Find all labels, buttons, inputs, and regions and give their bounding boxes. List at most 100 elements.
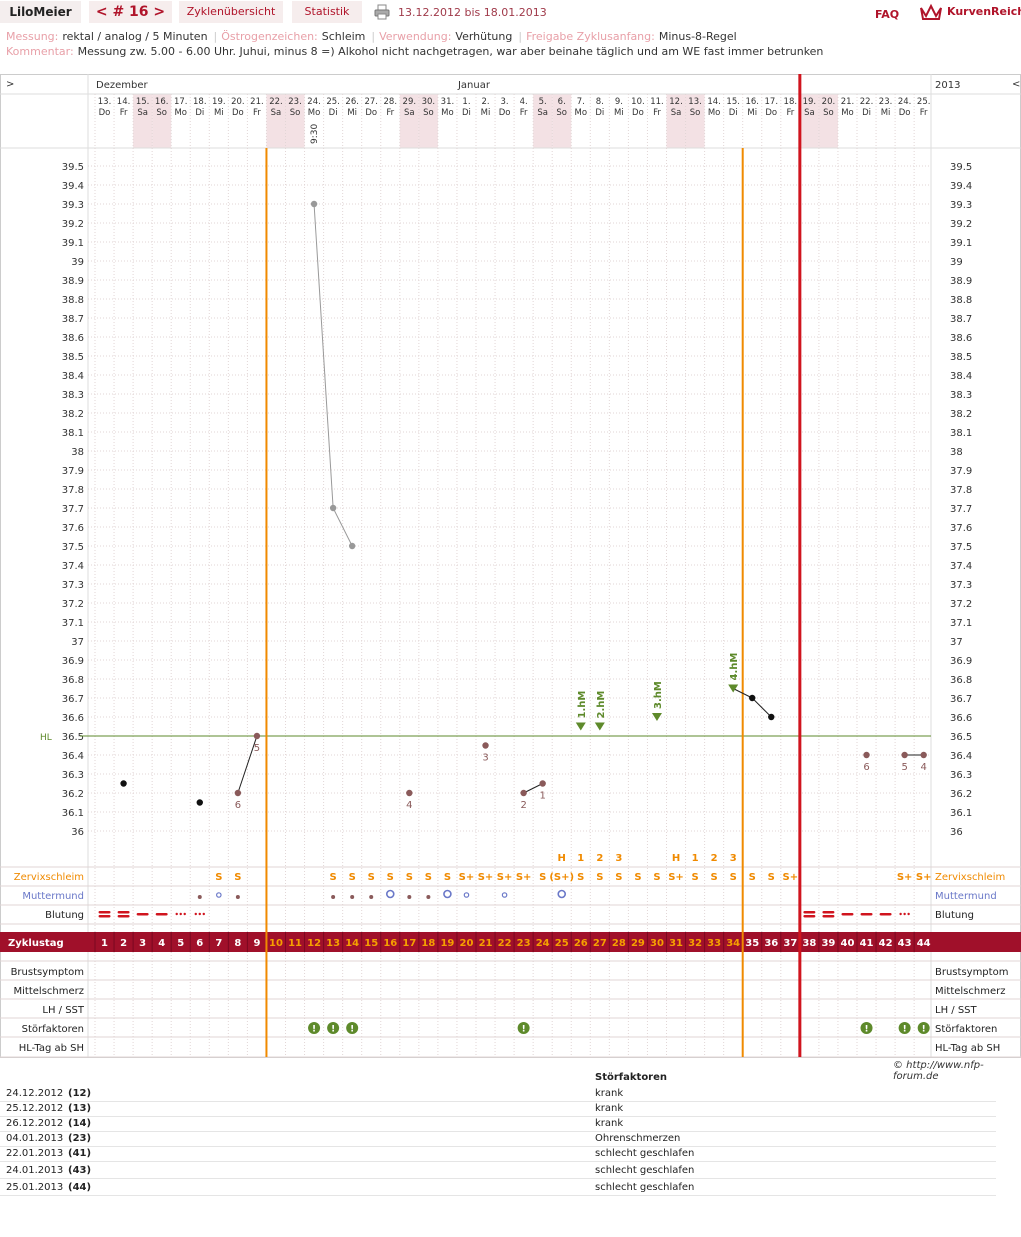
printer-icon[interactable] [374, 4, 390, 20]
weekday-label: Mo [575, 108, 588, 118]
cycle-day-number: 8 [234, 938, 241, 949]
y-tick-left: 38.2 [62, 409, 84, 420]
cycle-day-number: 39 [821, 938, 835, 949]
cycle-day-number: 22 [498, 938, 512, 949]
row-date: 26.12.2012 [6, 1118, 64, 1129]
month-label: Januar [457, 80, 491, 91]
cycle-chart: > < Dezember Januar 2013 13. Do 14. Fr 15. Sa 16. So… [0, 74, 1021, 1060]
day-label: 14. [707, 97, 721, 107]
cycle-day-number: 23 [517, 938, 531, 949]
user-name[interactable]: LiloMeier [0, 1, 81, 23]
row-label-left: Muttermund [22, 891, 84, 902]
credit: © http://www.nfp-forum.de [893, 1060, 984, 1082]
minus8-label: 4 [406, 800, 412, 811]
mucus-symbol: S [749, 872, 756, 883]
faq-link[interactable]: FAQ [875, 8, 899, 21]
year-label: 2013 [935, 80, 960, 91]
bleeding-heavy [98, 915, 111, 918]
cycle-day-number: 3 [139, 938, 146, 949]
bleeding-heavy [98, 911, 111, 914]
mucus-symbol: S [215, 872, 222, 883]
tab-cycle-overview[interactable]: Zyklenübersicht [179, 1, 283, 23]
day-label: 17. [765, 97, 779, 107]
date-range: 13.12.2012 bis 18.01.2013 [398, 6, 547, 19]
table-row: 24.12.2012 (12) krank [0, 1086, 996, 1102]
y-tick-left: 37.2 [62, 599, 84, 610]
weekday-label: So [823, 108, 834, 118]
cycle-chart-svg: > <Dezember Januar 201313.Do14.Fr15.Sa16.So… [0, 74, 1021, 1058]
y-tick-right: 36.5 [950, 732, 972, 743]
cervix-low [407, 895, 412, 899]
chart-frame [0, 74, 1021, 1058]
mucus-symbol: S [539, 872, 546, 883]
minus8-label: 6 [863, 762, 869, 773]
cycle-day-number: 1 [101, 938, 108, 949]
mucus-symbol: S+ [497, 872, 513, 883]
bleeding-heavy [822, 911, 835, 914]
y-tick-left: 39.4 [62, 181, 84, 192]
y-tick-left: 39 [71, 257, 84, 268]
cycle-day-number: 16 [383, 938, 397, 949]
weekday-label: Sa [537, 108, 548, 118]
meta-line-1: Messung: rektal / analog / 5 Minuten | Östr… [6, 30, 743, 43]
cervix-low [197, 895, 202, 899]
y-tick-left: 37 [71, 637, 84, 648]
time-note: 9:30 [310, 124, 320, 144]
mucus-symbol: S [730, 872, 737, 883]
cycle-day-number: 43 [898, 938, 912, 949]
row-label-left: Brustsymptom [11, 967, 84, 978]
weekday-label: Fr [253, 108, 261, 118]
table-row: 24.01.2013 (43) schlecht geschlafen [0, 1163, 996, 1179]
y-tick-right: 37.7 [950, 504, 972, 515]
cycle-day-number: 25 [555, 938, 569, 949]
weekday-label: Di [729, 108, 738, 118]
cycle-day-number: 12 [307, 938, 321, 949]
weekday-label: Sa [404, 108, 415, 118]
mucus-symbol: S+ [668, 872, 684, 883]
day-label: 17. [174, 97, 188, 107]
weekday-label: Mo [174, 108, 187, 118]
day-label: 29. [403, 97, 417, 107]
y-tick-left: 39.5 [62, 162, 84, 173]
y-tick-left: 36.1 [62, 808, 84, 819]
cycle-day-label: Zyklustag [8, 938, 64, 949]
weekday-label: So [156, 108, 167, 118]
day-label: 18. [193, 97, 207, 107]
cycle-day-number: 6 [196, 938, 203, 949]
mucus-symbol: S [653, 872, 660, 883]
y-tick-right: 36.2 [950, 789, 972, 800]
mucus-symbol: S [368, 872, 375, 883]
row-cycle-day: (41) [68, 1148, 92, 1159]
y-tick-right: 37.8 [950, 485, 972, 496]
day-label: 21. [250, 97, 264, 107]
weekday-label: Do [232, 108, 244, 118]
weekday-label: So [556, 108, 567, 118]
day-label: 19. [803, 97, 817, 107]
y-tick-right: 37.2 [950, 599, 972, 610]
cervix-low [235, 895, 240, 899]
bleeding-spotting [198, 912, 201, 916]
cycle-day-number: 36 [764, 938, 778, 949]
y-tick-left: 37.1 [62, 618, 84, 629]
cycle-day-number: 10 [269, 938, 283, 949]
cycle-day-number: 37 [783, 938, 797, 949]
y-tick-right: 36.8 [950, 675, 972, 686]
temperature-point [863, 751, 870, 759]
cycle-day-number: 30 [650, 938, 664, 949]
cycle-number-nav[interactable]: < # 16 > [89, 1, 172, 23]
weekday-label: So [690, 108, 701, 118]
row-label-right: Muttermund [935, 891, 997, 902]
brand-logo[interactable]: KurvenReich [919, 2, 1021, 22]
bleeding-spotting [194, 912, 197, 916]
mucus-symbol: (S+) [549, 872, 574, 883]
row-label-right: Brustsymptom [935, 967, 1008, 978]
weekday-label: Di [329, 108, 338, 118]
cycle-day-number: 35 [745, 938, 759, 949]
tab-statistics[interactable]: Statistik [292, 1, 362, 23]
top-nav: LiloMeier < # 16 > Zyklenübersicht Stati… [0, 0, 1021, 26]
weekday-label: Mo [708, 108, 721, 118]
mucus-symbol: S [330, 872, 337, 883]
peak-label: 1 [577, 853, 584, 864]
day-label: 20. [231, 97, 245, 107]
weekday-label: Fr [120, 108, 128, 118]
